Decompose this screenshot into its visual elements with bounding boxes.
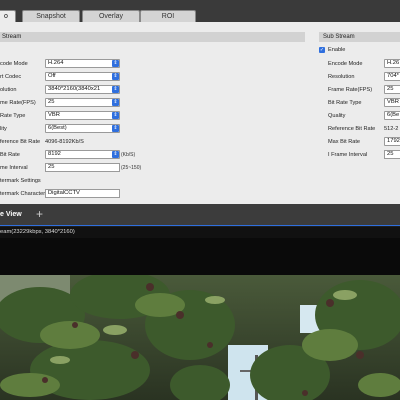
watermark-settings-label: termark Settings bbox=[0, 178, 41, 184]
i-frame-interval-label: me Interval bbox=[0, 165, 28, 171]
watermark-character-label: termark Character bbox=[0, 191, 46, 197]
live-view-tab[interactable]: e View bbox=[0, 211, 22, 218]
sub-encode-mode-select[interactable]: H.26 bbox=[384, 59, 400, 68]
sub-quality-label: Quality bbox=[328, 113, 346, 119]
chevron-down-icon: ⇕ bbox=[112, 125, 119, 132]
sub-bit-rate-type-label: Bit Rate Type bbox=[328, 100, 362, 106]
enable-checkbox[interactable]: ✓ bbox=[319, 47, 325, 53]
live-video-feed[interactable] bbox=[0, 275, 400, 400]
sub-i-frame-interval-label: I Frame Interval bbox=[328, 152, 368, 158]
sub-quality-select[interactable]: 6(Be bbox=[384, 111, 400, 120]
sub-i-frame-interval-input[interactable]: 25 bbox=[384, 150, 400, 159]
sub-frame-rate-label: Frame Rate(FPS) bbox=[328, 87, 373, 93]
sub-resolution-select[interactable]: 704* bbox=[384, 72, 400, 81]
settings-tab-bar: o Snapshot Overlay ROI bbox=[0, 0, 400, 22]
max-bit-rate-unit: (Kb/S) bbox=[121, 152, 136, 158]
max-bit-rate-label: Bit Rate bbox=[0, 152, 20, 158]
frame-rate-value: 25 bbox=[48, 99, 55, 105]
live-view-tab-bar: e View + bbox=[0, 204, 400, 226]
resolution-value: 3840*2160(3840x21 bbox=[48, 86, 101, 92]
i-frame-interval-range: (25~150) bbox=[121, 165, 142, 171]
frame-rate-label: me Rate(FPS) bbox=[0, 100, 36, 106]
watermark-character-input[interactable]: DigitalCCTV bbox=[45, 189, 120, 198]
stream-info-bar: eam(23229kbps, 3840*2160) bbox=[0, 227, 400, 238]
sub-max-bit-rate-label: Max Bit Rate bbox=[328, 139, 361, 145]
main-stream-header: Stream bbox=[0, 32, 305, 42]
tab-snapshot[interactable]: Snapshot bbox=[22, 10, 80, 22]
reference-bit-rate-label: ference Bit Rate bbox=[0, 139, 41, 145]
quality-label: lity bbox=[0, 126, 7, 132]
sub-encode-mode-label: Encode Mode bbox=[328, 61, 363, 67]
sub-resolution-label: Resolution bbox=[328, 74, 355, 80]
chevron-down-icon: ⇕ bbox=[112, 86, 119, 93]
sub-bit-rate-type-select[interactable]: VBR bbox=[384, 98, 400, 107]
plus-icon[interactable]: + bbox=[36, 208, 43, 220]
bit-rate-type-label: Rate Type bbox=[0, 113, 26, 119]
chevron-down-icon: ⇕ bbox=[112, 99, 119, 106]
i-frame-interval-input[interactable]: 25 bbox=[45, 163, 120, 172]
smart-codec-value: Off bbox=[48, 73, 56, 79]
encode-settings-panel: Stream code Mode H.264 ⇕ rt Codec Off ⇕ … bbox=[0, 22, 400, 204]
tab-roi[interactable]: ROI bbox=[140, 10, 196, 22]
frame-rate-select[interactable]: 25 ⇕ bbox=[45, 98, 120, 107]
chevron-down-icon: ⇕ bbox=[112, 151, 119, 158]
sub-frame-rate-select[interactable]: 25 bbox=[384, 85, 400, 94]
sub-stream-header: Sub Stream bbox=[319, 32, 400, 42]
max-bit-rate-select[interactable]: 8192 ⇕ bbox=[45, 150, 120, 159]
resolution-label: olution bbox=[0, 87, 17, 93]
bit-rate-type-value: VBR bbox=[48, 112, 60, 118]
video-letterbox bbox=[0, 238, 400, 275]
encode-mode-select[interactable]: H.264 ⇕ bbox=[45, 59, 120, 68]
sub-reference-bit-rate-label: Reference Bit Rate bbox=[328, 126, 376, 132]
tab-overlay[interactable]: Overlay bbox=[82, 10, 140, 22]
encode-mode-label: code Mode bbox=[0, 61, 28, 67]
enable-label: Enable bbox=[328, 47, 346, 53]
tab-video[interactable]: o bbox=[0, 10, 16, 22]
resolution-select[interactable]: 3840*2160(3840x21 ⇕ bbox=[45, 85, 120, 94]
video-frame-image bbox=[0, 275, 400, 400]
chevron-down-icon: ⇕ bbox=[112, 112, 119, 119]
quality-select[interactable]: 6(Best) ⇕ bbox=[45, 124, 120, 133]
smart-codec-label: rt Codec bbox=[0, 74, 22, 80]
sub-max-bit-rate-select[interactable]: 1792 bbox=[384, 137, 400, 146]
chevron-down-icon: ⇕ bbox=[112, 60, 119, 67]
reference-bit-rate-value: 4096-8192Kb/S bbox=[45, 139, 84, 145]
stream-info-text: eam(23229kbps, 3840*2160) bbox=[0, 229, 75, 235]
chevron-down-icon: ⇕ bbox=[112, 73, 119, 80]
max-bit-rate-value: 8192 bbox=[48, 151, 61, 157]
sub-reference-bit-rate-value: 512-2 bbox=[384, 126, 399, 132]
quality-value: 6(Best) bbox=[48, 125, 67, 131]
bit-rate-type-select[interactable]: VBR ⇕ bbox=[45, 111, 120, 120]
smart-codec-select[interactable]: Off ⇕ bbox=[45, 72, 120, 81]
encode-mode-value: H.264 bbox=[48, 60, 64, 66]
